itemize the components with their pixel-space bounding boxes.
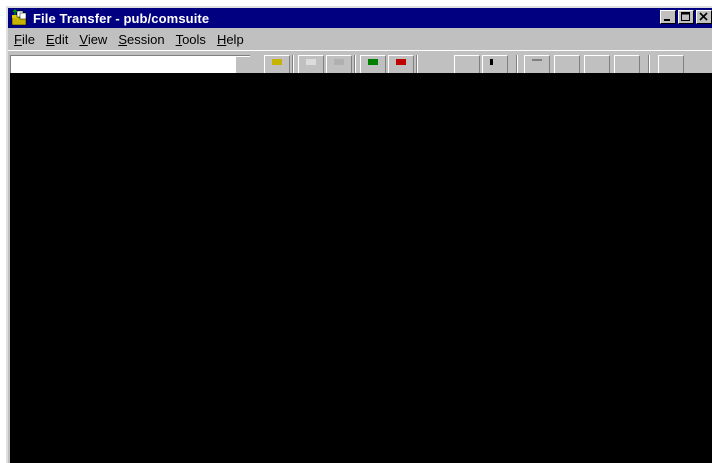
menu-help[interactable]: Help — [212, 32, 249, 47]
transfer-up-icon — [368, 59, 378, 65]
file-transfer-icon — [10, 9, 30, 27]
title-bar[interactable]: File Transfer - pub/comsuite — [8, 8, 712, 28]
view-list-icon — [532, 59, 542, 61]
file-list-area[interactable] — [10, 73, 712, 463]
maximize-icon — [681, 12, 690, 21]
close-icon — [699, 12, 708, 21]
menu-session[interactable]: Session — [113, 32, 169, 47]
paste-icon — [490, 59, 493, 65]
menu-edit[interactable]: Edit — [41, 32, 73, 47]
minimize-button[interactable] — [660, 10, 676, 24]
view-large-icon — [592, 59, 602, 65]
file-transfer-window: File Transfer - pub/comsuite File Edit V… — [6, 6, 712, 463]
transfer-down-icon — [396, 59, 406, 65]
view-details-icon — [562, 59, 572, 65]
window-controls — [660, 10, 712, 24]
menu-bar: File Edit View Session Tools Help — [8, 28, 712, 50]
connect-icon — [272, 59, 282, 65]
menu-file[interactable]: File — [9, 32, 40, 47]
close-button[interactable] — [696, 10, 712, 24]
menu-tools[interactable]: Tools — [171, 32, 211, 47]
view-small-icon — [622, 59, 632, 65]
copy-icon — [334, 59, 344, 65]
window-title: File Transfer - pub/comsuite — [33, 10, 210, 26]
menu-view[interactable]: View — [74, 32, 112, 47]
properties-icon — [666, 59, 676, 65]
new-icon — [306, 59, 316, 65]
maximize-button[interactable] — [678, 10, 694, 24]
cut-icon — [462, 59, 472, 65]
minimize-icon — [664, 19, 670, 21]
